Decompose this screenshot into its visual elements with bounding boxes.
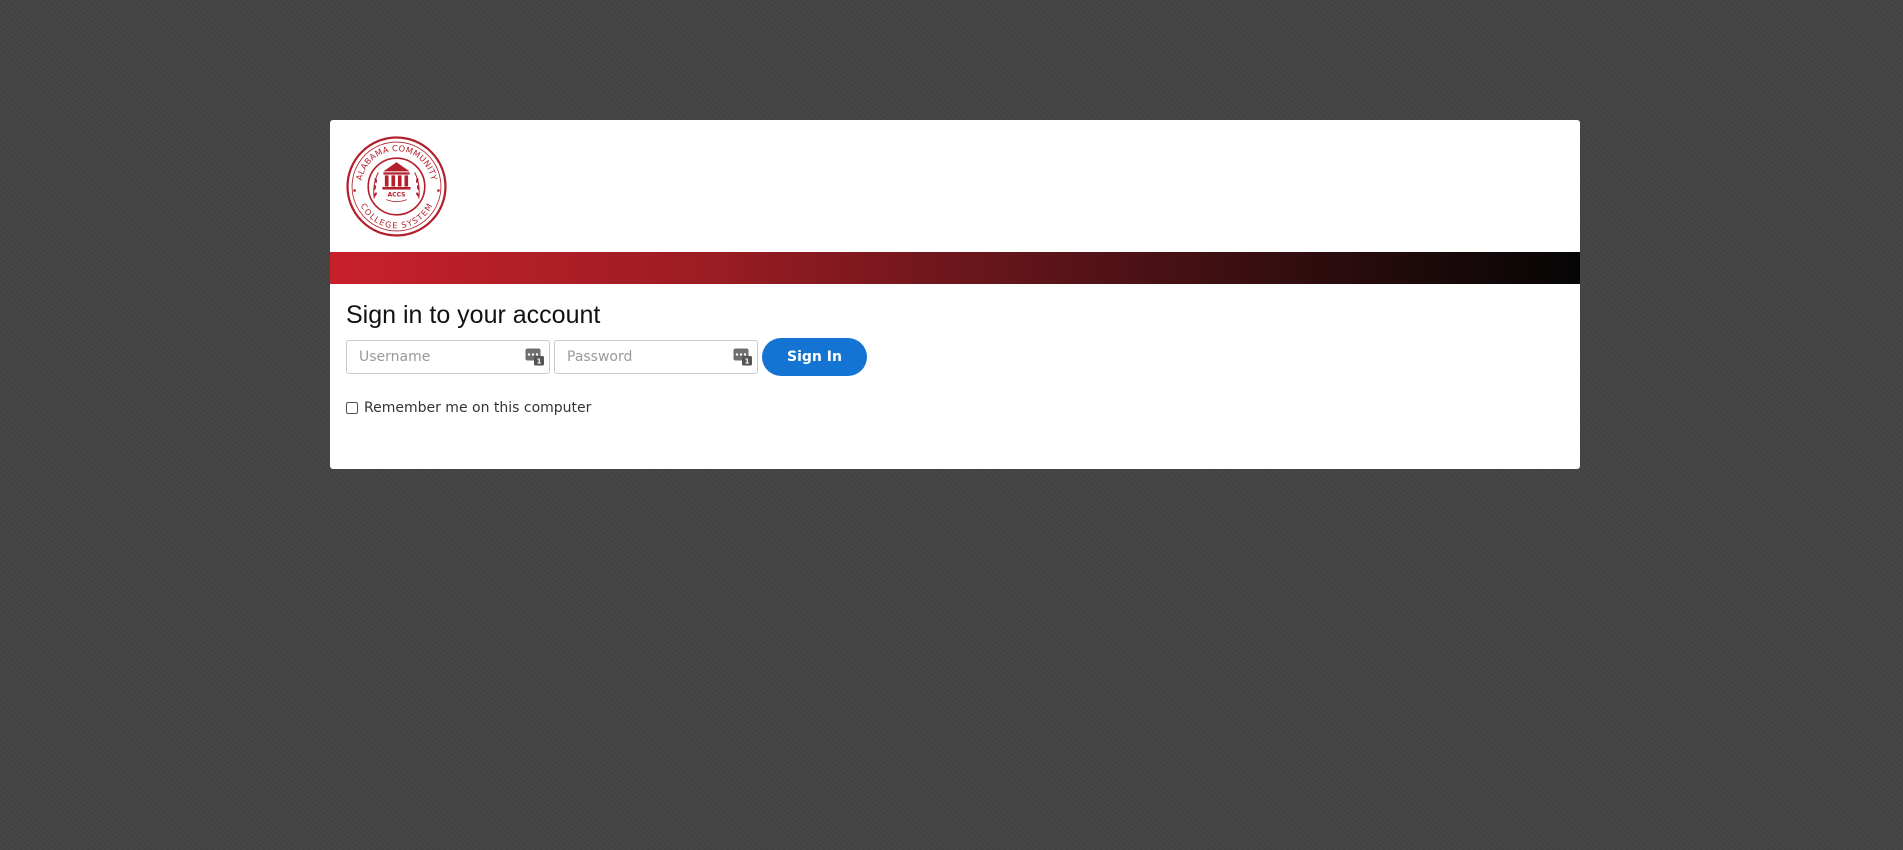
password-field: 1: [554, 340, 758, 374]
page-title: Sign in to your account: [346, 301, 601, 329]
sign-in-button[interactable]: Sign In: [762, 338, 867, 376]
header-gradient-band: [330, 252, 1580, 284]
svg-text:1: 1: [537, 358, 542, 366]
password-manager-key-icon[interactable]: 1: [525, 348, 545, 366]
remember-me-row[interactable]: Remember me on this computer: [346, 400, 1564, 416]
login-card: ALABAMA COMMUNITY COLLEGE SYSTEM ACCS Si…: [330, 120, 1580, 469]
signin-form: 1 1 Sign In: [346, 338, 1564, 376]
username-input[interactable]: [347, 341, 519, 373]
password-input[interactable]: [555, 341, 727, 373]
remember-me-label: Remember me on this computer: [364, 400, 592, 416]
accs-seal-logo: ALABAMA COMMUNITY COLLEGE SYSTEM ACCS: [346, 136, 447, 237]
username-field: 1: [346, 340, 550, 374]
page-background: ALABAMA COMMUNITY COLLEGE SYSTEM ACCS Si…: [0, 0, 1903, 850]
svg-text:1: 1: [745, 358, 750, 366]
signin-content: Sign in to your account 1: [330, 300, 1580, 416]
card-header: ALABAMA COMMUNITY COLLEGE SYSTEM ACCS: [330, 120, 1580, 252]
svg-text:ACCS: ACCS: [387, 192, 405, 199]
remember-me-checkbox[interactable]: [346, 402, 358, 414]
password-manager-key-icon[interactable]: 1: [733, 348, 753, 366]
